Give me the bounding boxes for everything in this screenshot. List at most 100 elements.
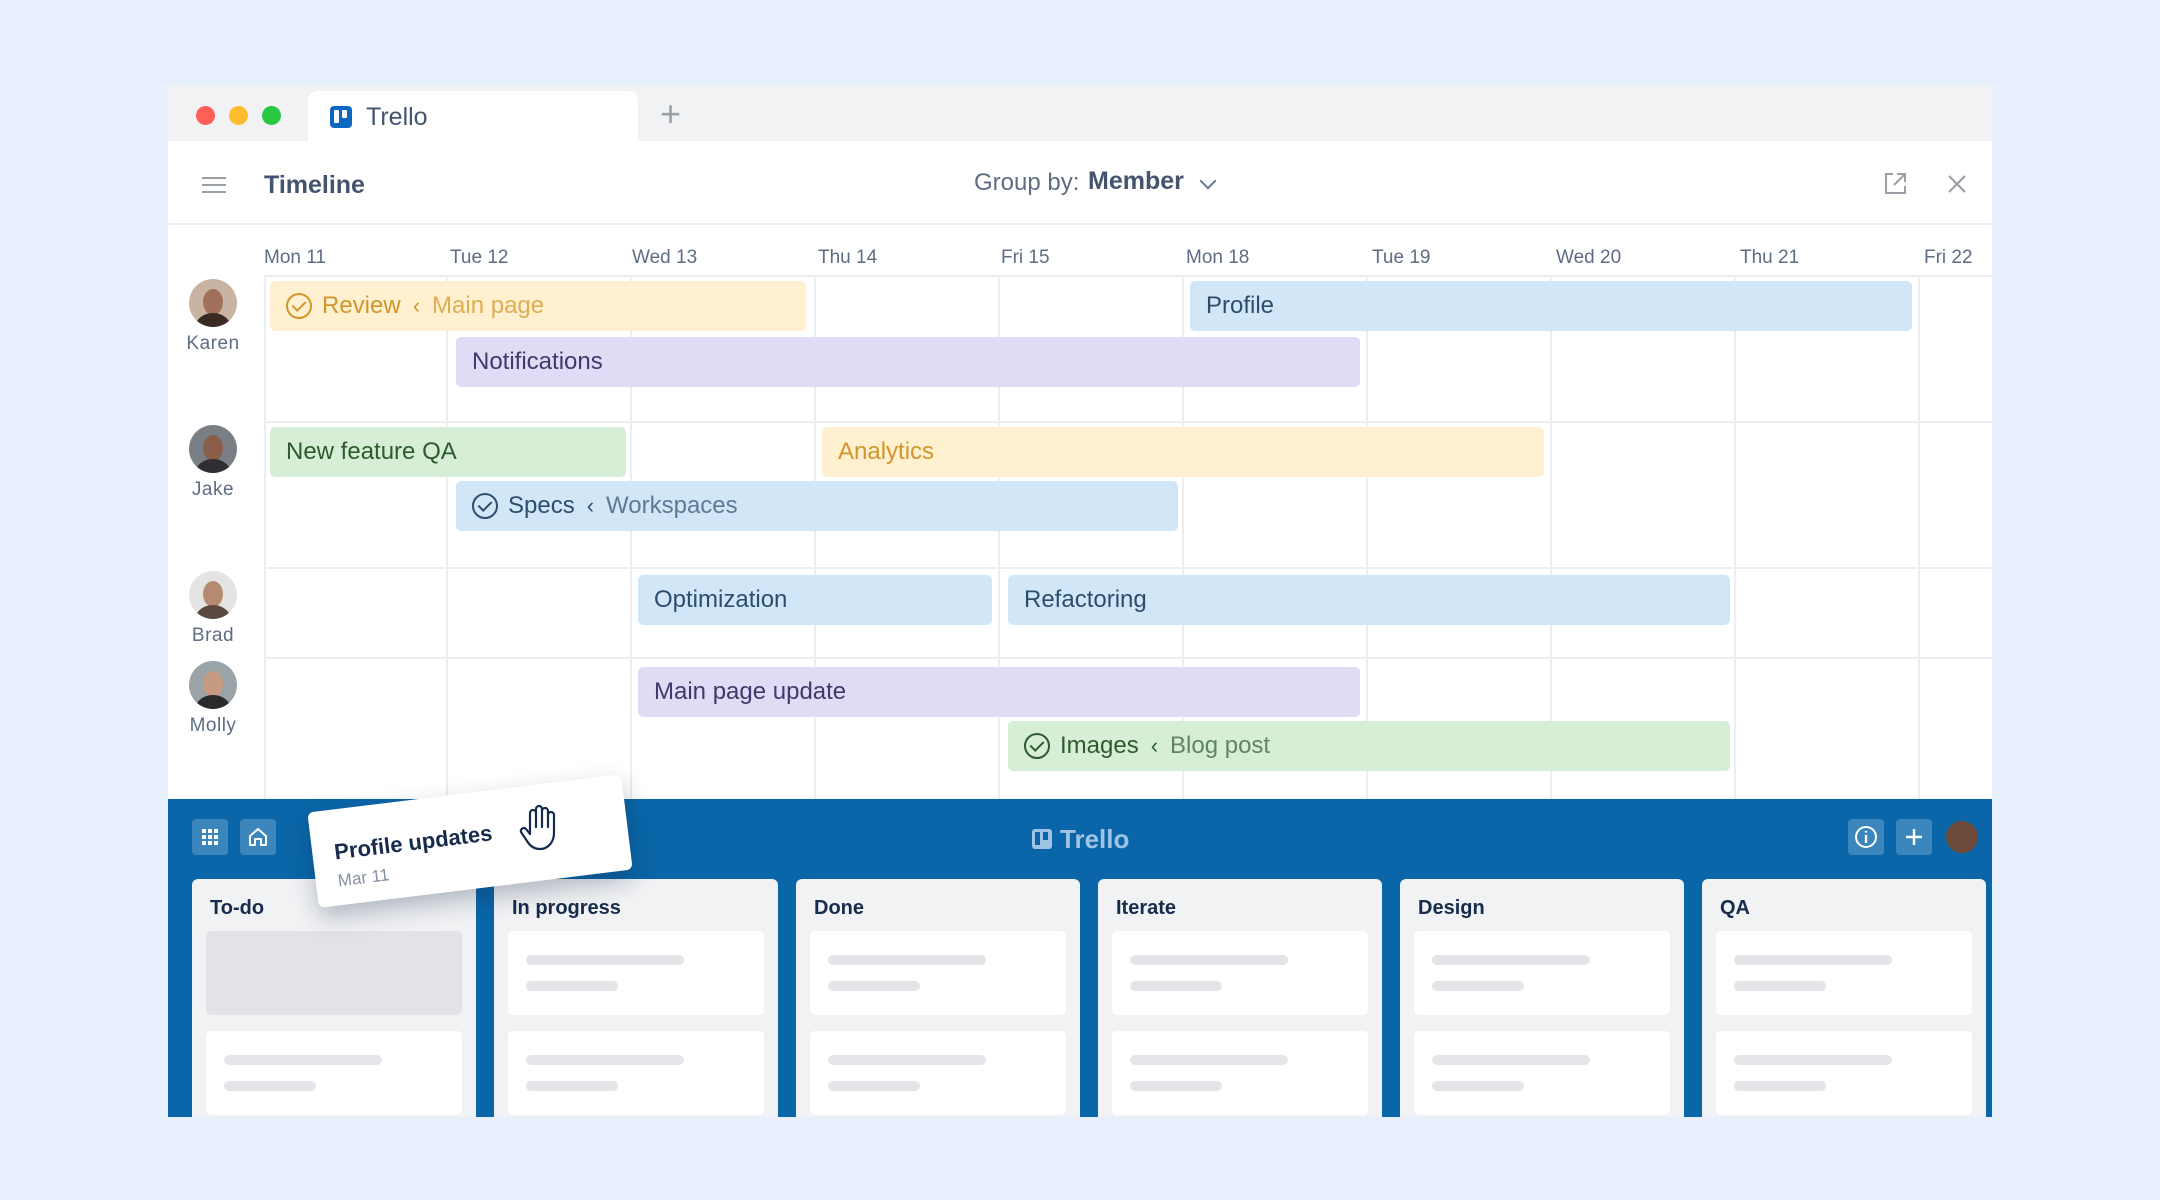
board-brand-text: Trello (1060, 823, 1130, 854)
board-card[interactable] (810, 1031, 1066, 1115)
board-card[interactable] (1414, 931, 1670, 1015)
day-label: Tue 19 (1372, 247, 1431, 268)
column-title: Design (1418, 897, 1485, 919)
member-name: Brad (191, 625, 235, 646)
trello-logo-icon (1032, 829, 1052, 849)
bar-label: Main page update (654, 678, 847, 705)
grid-line (1918, 275, 1920, 835)
timeline-bar-analytics[interactable]: Analytics (822, 427, 1544, 477)
board-column-design[interactable]: Design (1400, 879, 1684, 1117)
card-date: Mar 11 (336, 865, 391, 891)
board-column-qa[interactable]: QA (1702, 879, 1986, 1117)
bar-label: Specs (508, 492, 575, 519)
checklist-icon (1024, 733, 1050, 759)
grid-line (264, 567, 1992, 569)
day-label: Mon 18 (1186, 247, 1250, 268)
member-molly[interactable]: Molly (178, 661, 248, 737)
info-icon[interactable] (1848, 819, 1884, 855)
day-label: Thu 14 (818, 247, 878, 268)
grid-line (264, 275, 1992, 277)
chevron-down-icon[interactable] (1199, 172, 1217, 190)
bar-parent: Blog post (1170, 732, 1271, 759)
board-card[interactable] (810, 931, 1066, 1015)
board-card[interactable] (206, 1031, 462, 1115)
member-brad[interactable]: Brad (178, 571, 248, 647)
board-card[interactable] (1414, 1031, 1670, 1115)
card-title: Profile updates (332, 820, 494, 865)
board-card[interactable] (1716, 931, 1972, 1015)
tab-title: Trello (366, 103, 428, 131)
new-tab-button[interactable]: + (660, 93, 681, 135)
browser-tab-bar: Trello + (168, 85, 1992, 141)
day-label: Tue 12 (450, 247, 509, 268)
board-card[interactable] (1716, 1031, 1972, 1115)
trello-logo-icon (330, 106, 352, 128)
bar-label: Analytics (838, 438, 935, 465)
board-column-iterate[interactable]: Iterate (1098, 879, 1382, 1117)
avatar (189, 279, 237, 327)
apps-grid-icon[interactable] (192, 819, 228, 855)
group-by-select[interactable]: Member (1088, 167, 1184, 196)
board-card[interactable] (1112, 931, 1368, 1015)
column-title: Iterate (1116, 897, 1177, 919)
member-name: Karen (186, 333, 240, 354)
board-brand: Trello (1032, 821, 1129, 857)
parent-separator: ‹ (412, 293, 421, 318)
member-name: Molly (189, 715, 237, 736)
bar-label: Images (1060, 732, 1139, 759)
grab-cursor-icon (519, 804, 556, 851)
timeline-bar-profile[interactable]: Profile (1190, 281, 1912, 331)
board-card[interactable] (508, 931, 764, 1015)
open-external-icon[interactable] (1882, 171, 1908, 197)
member-karen[interactable]: Karen (178, 279, 248, 355)
bar-label: Profile (1206, 292, 1275, 319)
timeline-bar-refactoring[interactable]: Refactoring (1008, 575, 1730, 625)
day-label: Fri 22 (1924, 247, 1973, 268)
close-icon[interactable] (1944, 171, 1970, 197)
avatar (189, 661, 237, 709)
board-card[interactable] (1112, 1031, 1368, 1115)
avatar (189, 571, 237, 619)
hamburger-menu-icon[interactable] (202, 177, 226, 193)
timeline-bar-review[interactable]: Review ‹ Main page (270, 281, 806, 331)
bar-label: New feature QA (286, 438, 457, 465)
grid-line (1734, 275, 1736, 835)
board-column-done[interactable]: Done (796, 879, 1080, 1117)
grid-line (264, 421, 1992, 423)
timeline-bar-main-page-update[interactable]: Main page update (638, 667, 1360, 717)
app-window: Trello + Timeline Group by: Member Mon 1… (168, 85, 1992, 1117)
avatar (189, 425, 237, 473)
bar-label: Notifications (472, 348, 603, 375)
day-label: Wed 13 (632, 247, 698, 268)
parent-separator: ‹ (1150, 733, 1159, 758)
timeline-bar-optimization[interactable]: Optimization (638, 575, 992, 625)
bar-label: Optimization (654, 586, 788, 613)
board-column-todo[interactable]: To-do (192, 879, 476, 1117)
browser-tab-trello[interactable]: Trello (308, 91, 638, 141)
timeline-bar-new-feature-qa[interactable]: New feature QA (270, 427, 626, 477)
day-label: Fri 15 (1001, 247, 1050, 268)
timeline-bar-specs[interactable]: Specs ‹ Workspaces (456, 481, 1178, 531)
timeline-bar-notifications[interactable]: Notifications (456, 337, 1360, 387)
timeline-bar-images[interactable]: Images ‹ Blog post (1008, 721, 1730, 771)
close-window-button[interactable] (196, 106, 215, 125)
column-title: To-do (210, 897, 265, 919)
day-label: Mon 11 (264, 247, 326, 268)
grid-line (446, 275, 448, 835)
card-drop-placeholder (206, 931, 462, 1015)
column-title: In progress (512, 897, 621, 919)
plus-icon[interactable] (1896, 819, 1932, 855)
member-name: Jake (191, 479, 235, 500)
avatar[interactable] (1944, 819, 1980, 855)
grid-line (264, 275, 266, 835)
checklist-icon (286, 293, 312, 319)
home-icon[interactable] (240, 819, 276, 855)
board-column-in-progress[interactable]: In progress (494, 879, 778, 1117)
column-title: Done (814, 897, 864, 919)
minimize-window-button[interactable] (229, 106, 248, 125)
column-title: QA (1720, 897, 1750, 919)
maximize-window-button[interactable] (262, 106, 281, 125)
member-jake[interactable]: Jake (178, 425, 248, 501)
board-card[interactable] (508, 1031, 764, 1115)
page-title: Timeline (264, 171, 365, 199)
